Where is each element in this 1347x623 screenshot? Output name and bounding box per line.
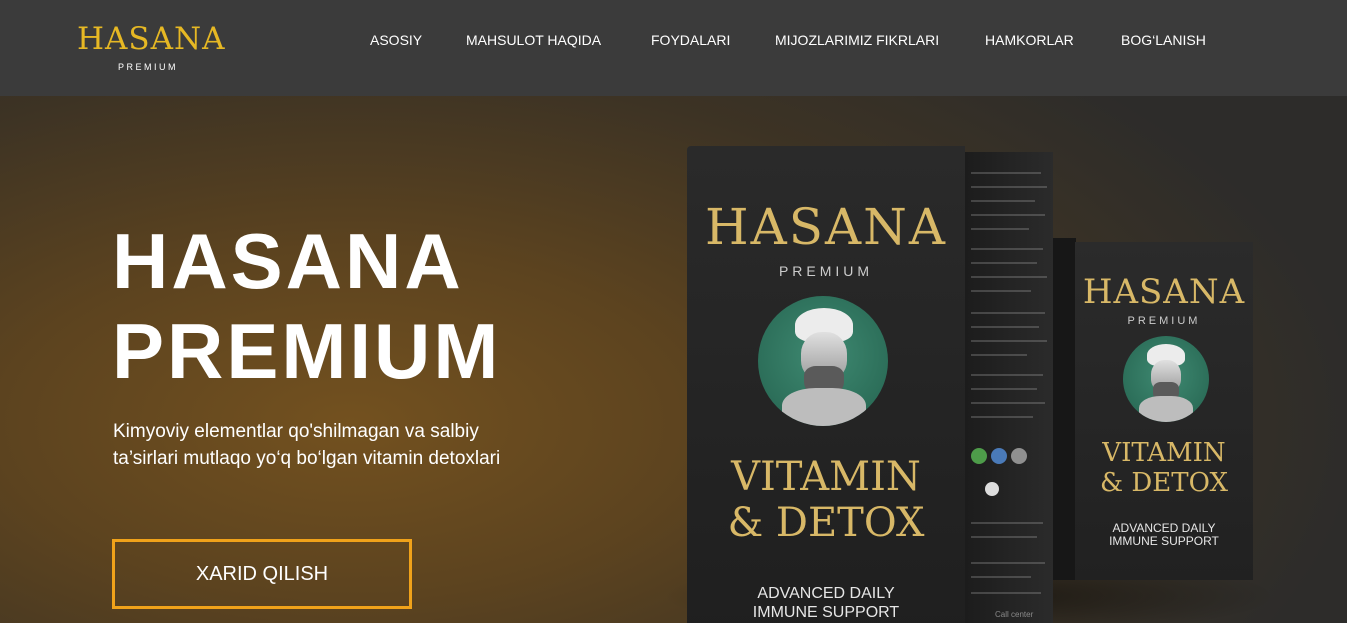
big-box-brand-sub: PREMIUM [778, 263, 874, 279]
big-box-tagline: ADVANCED DAILY IMMUNE SUPPORT [752, 585, 900, 621]
hero-section: HASANA PREMIUM Kimyoviy elementlar qo'sh… [0, 96, 1347, 623]
small-box-product-name: VITAMIN & DETOX [1100, 438, 1228, 498]
hero-title-line-1: HASANA [112, 217, 464, 305]
hero-title: HASANA PREMIUM [112, 216, 501, 396]
cert-icon [1011, 448, 1027, 464]
big-box-side: Call center [965, 152, 1053, 623]
nav-item-mahsulot-haqida[interactable]: MAHSULOT HAQIDA [466, 30, 601, 50]
small-box-side [1052, 238, 1076, 580]
nav-item-mijozlarimiz-fikrlari[interactable]: MIJOZLARIMIZ FIKRLARI [775, 30, 939, 50]
big-box-brand: HASANA [705, 198, 947, 256]
iso-cert-icon [985, 482, 999, 496]
side-call-center: Call center [995, 610, 1034, 619]
nav-item-foydalari[interactable]: FOYDALARI [651, 30, 730, 50]
big-box-portrait [758, 296, 888, 426]
hero-title-line-2: PREMIUM [112, 307, 502, 395]
small-box-tagline: ADVANCED DAILY IMMUNE SUPPORT [1109, 521, 1219, 548]
logo-wordmark: HASANA [77, 21, 226, 57]
small-box-brand-sub: PREMIUM [1127, 315, 1201, 327]
small-box-brand: HASANA [1082, 272, 1246, 312]
logo-subtitle: PREMIUM [118, 62, 178, 72]
organic-cert-icon [971, 448, 987, 464]
site-header: HASANA PREMIUM ASOSIY MAHSULOT HAQIDA FO… [0, 0, 1347, 96]
small-box-front: HASANA PREMIUM VITAMIN & DETOX ADVANCED … [1075, 242, 1253, 580]
nav-item-hamkorlar[interactable]: HAMKORLAR [985, 30, 1074, 50]
brand-logo[interactable]: HASANA PREMIUM [77, 22, 227, 74]
buy-button[interactable]: XARID QILISH [112, 539, 412, 609]
big-box-front: HASANA PREMIUM VITAMIN & DETOX ADVANCED … [687, 146, 965, 623]
big-box-product-name: VITAMIN & DETOX [727, 454, 925, 546]
hero-description: Kimyoviy elementlar qo'shilmagan va salb… [113, 421, 501, 469]
nav-item-boglanish[interactable]: BOG‘LANISH [1121, 30, 1206, 50]
nav-item-asosiy[interactable]: ASOSIY [370, 30, 422, 50]
small-box-portrait [1123, 336, 1209, 422]
cert-icon [991, 448, 1007, 464]
